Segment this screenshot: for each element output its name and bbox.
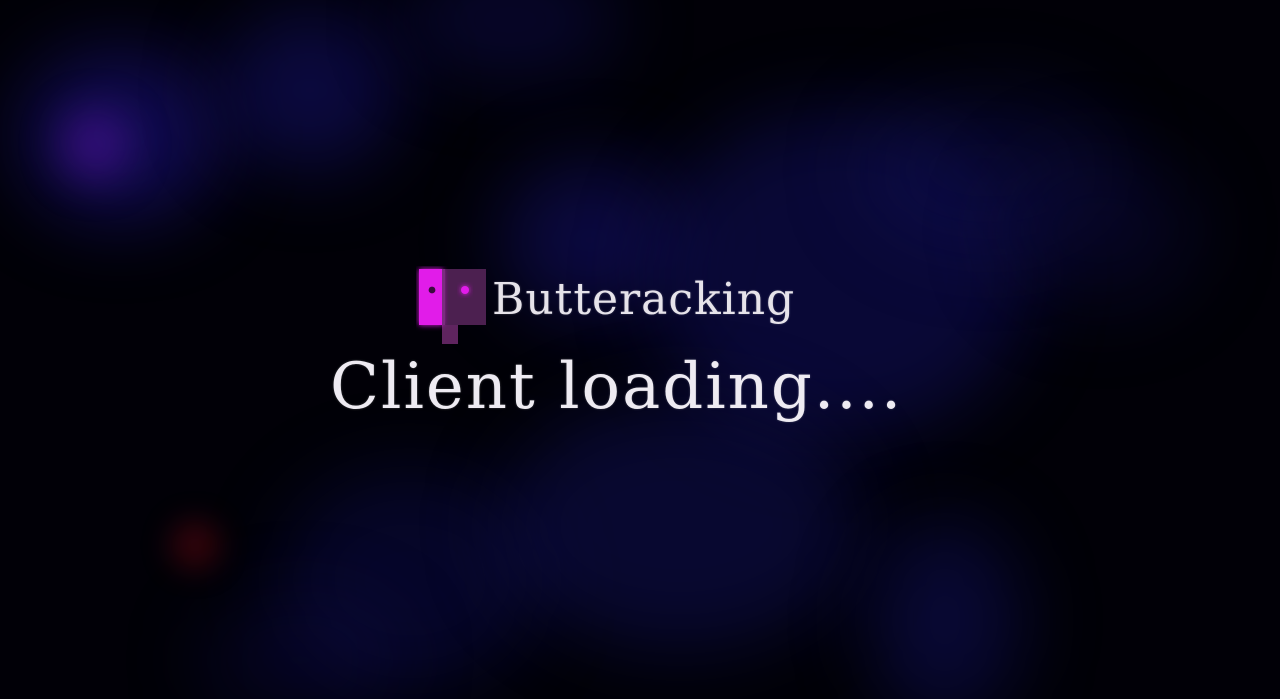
background-glow [220,10,400,170]
background-glow [60,110,130,180]
loading-status-text: Client loading.... [330,350,904,424]
butteracking-logo-icon [416,266,486,346]
background-glow [1000,150,1200,310]
background-glow [500,400,860,650]
background-glow [170,520,220,570]
background-glow [400,0,620,80]
app-name: Butteracking [492,274,796,325]
loading-screen: Butteracking Client loading.... [0,0,1280,699]
brand-header: Butteracking [416,266,794,346]
background-glow [870,520,1020,699]
